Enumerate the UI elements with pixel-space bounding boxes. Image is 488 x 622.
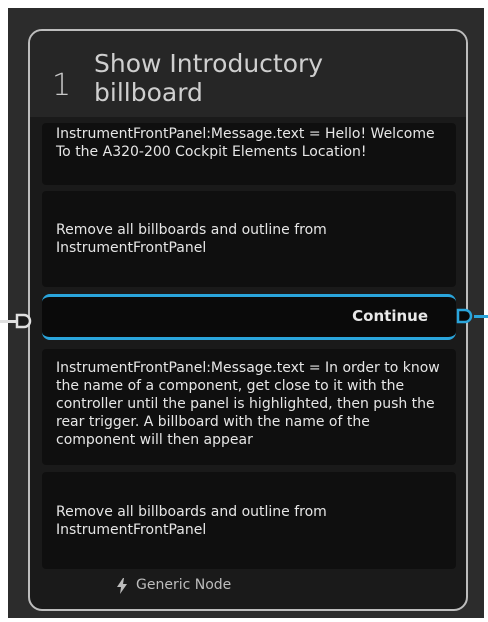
action-block-message-instructions[interactable]: InstrumentFrontPanel:Message.text = In o…	[42, 349, 456, 465]
output-port-icon[interactable]	[456, 307, 474, 325]
node-header[interactable]: 1 Show Introductory billboard	[30, 31, 466, 117]
input-wire	[0, 320, 16, 323]
graph-node[interactable]: 1 Show Introductory billboard Instrument…	[28, 29, 468, 611]
action-block-remove-billboards-2[interactable]: Remove all billboards and outline from I…	[42, 472, 456, 569]
action-block-message-welcome[interactable]: InstrumentFrontPanel:Message.text = Hell…	[42, 123, 456, 185]
action-block-remove-billboards[interactable]: Remove all billboards and outline from I…	[42, 191, 456, 287]
continue-label: Continue	[352, 307, 428, 325]
node-type-label: Generic Node	[136, 577, 232, 593]
action-block-text: InstrumentFrontPanel:Message.text = Hell…	[56, 126, 435, 160]
lightning-icon	[117, 578, 127, 594]
node-title-line-1: Show Introductory	[94, 49, 324, 78]
node-title: Show Introductory billboard	[94, 49, 434, 107]
continue-transition[interactable]: Continue	[42, 294, 456, 340]
node-number: 1	[52, 68, 72, 103]
output-wire	[474, 315, 488, 318]
action-block-text: Remove all billboards and outline from I…	[56, 503, 327, 538]
input-port-icon[interactable]	[15, 312, 33, 330]
action-block-text: InstrumentFrontPanel:Message.text = In o…	[56, 360, 440, 448]
action-block-text: Remove all billboards and outline from I…	[56, 222, 327, 256]
node-title-line-2: billboard	[94, 78, 203, 107]
node-footer: Generic Node	[30, 571, 466, 609]
